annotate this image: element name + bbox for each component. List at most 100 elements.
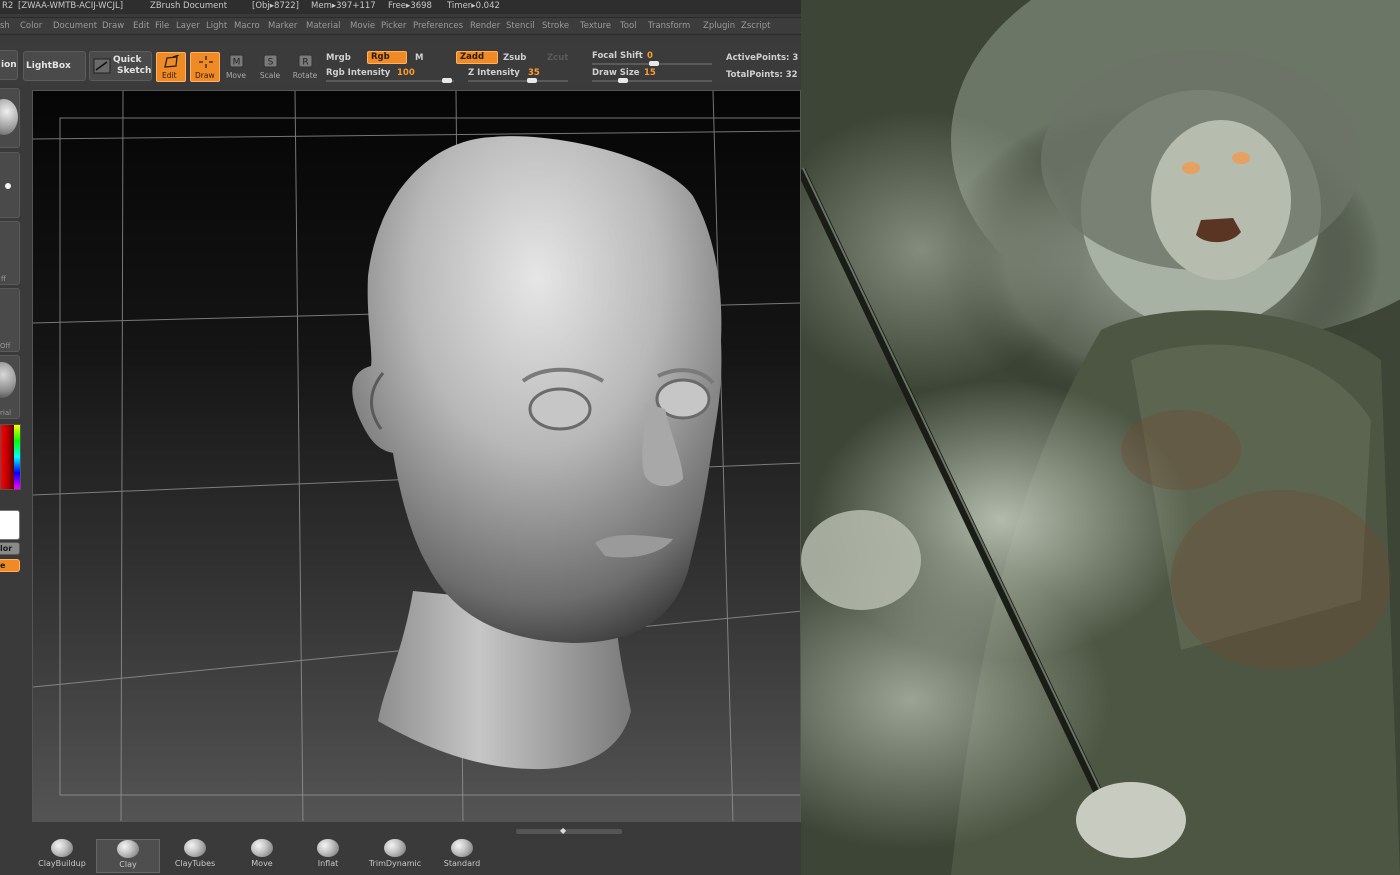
document-title: ZBrush Document [150, 1, 228, 11]
brush-label: Move [251, 859, 273, 868]
material-label: rial [0, 409, 12, 417]
scale-button[interactable]: S Scale [258, 54, 282, 80]
move-label: Move [225, 71, 247, 80]
timer-readout: Timer▸0.042 [447, 1, 500, 11]
menu-item-render[interactable]: Render [470, 18, 500, 34]
brush-label: ClayTubes [174, 859, 216, 868]
move-brush-icon [251, 839, 273, 857]
brush-label: Clay [119, 860, 137, 869]
brush-move[interactable]: Move [230, 839, 294, 873]
focal-shift-knob[interactable] [649, 61, 659, 66]
menu-item-light[interactable]: Light [206, 18, 227, 34]
brush-claytubes[interactable]: ClayTubes [163, 839, 227, 873]
menu-item-preferences[interactable]: Preferences [413, 18, 463, 34]
edit-pencil-icon [164, 55, 180, 68]
menu-item-movie[interactable]: Movie [350, 18, 375, 34]
menu-item-texture[interactable]: Texture [580, 18, 611, 34]
hue-strip[interactable] [14, 425, 20, 489]
scale-label: Scale [259, 71, 281, 80]
menu-item-edit[interactable]: Edit [133, 18, 149, 34]
gradient-toggle-button[interactable]: e [0, 559, 20, 572]
active-points-readout: ActivePoints: 3 [726, 53, 799, 63]
brush-claybuildup[interactable]: ClayBuildup [30, 839, 94, 873]
color-picker[interactable] [0, 424, 21, 490]
svg-text:M: M [233, 58, 241, 68]
menu-item-tool[interactable]: Tool [620, 18, 637, 34]
draw-size-value: 15 [644, 68, 656, 78]
menu-item-stencil[interactable]: Stencil [506, 18, 535, 34]
menu-item-color[interactable]: Color [20, 18, 42, 34]
alpha-thumbnail[interactable]: ff [0, 221, 20, 285]
draw-label: Draw [195, 71, 215, 80]
m-button[interactable]: M [415, 53, 423, 63]
move-icon: M [229, 54, 244, 68]
shelf-collapse-handle[interactable]: ◆ [516, 826, 622, 835]
draw-size-knob[interactable] [618, 78, 628, 83]
left-shelf: ff Off rial lor e [0, 88, 22, 828]
obj-readout: [Obj▸8722] [252, 1, 299, 11]
lightbox-button[interactable]: LightBox [23, 51, 86, 81]
focal-shift-value: 0 [647, 51, 653, 61]
lightbox-label: LightBox [26, 61, 71, 71]
zsub-button[interactable]: Zsub [503, 53, 526, 63]
claytubes-brush-icon [184, 839, 206, 857]
claybuildup-brush-icon [51, 839, 73, 857]
switch-color-button[interactable]: lor [0, 542, 20, 555]
clay-brush-icon [117, 840, 139, 858]
menu-item-file[interactable]: File [155, 18, 169, 34]
stroke-thumbnail[interactable] [0, 152, 20, 218]
quicksketch-button[interactable]: Quick Sketch [89, 51, 152, 81]
menu-item-zplugin[interactable]: Zplugin [703, 18, 735, 34]
rgb-label: Rgb [371, 52, 390, 62]
total-points-readout: TotalPoints: 32 [726, 70, 798, 80]
brush-inflat[interactable]: Inflat [296, 839, 360, 873]
alpha-off-label: ff [1, 275, 6, 283]
menu-item-macro[interactable]: Macro [234, 18, 260, 34]
material-thumbnail[interactable]: rial [0, 355, 20, 419]
menu-item-stroke[interactable]: Stroke [542, 18, 569, 34]
menu-item-layer[interactable]: Layer [176, 18, 200, 34]
zcut-button[interactable]: Zcut [547, 53, 568, 63]
menu-item-marker[interactable]: Marker [268, 18, 297, 34]
menu-item-alpha[interactable]: sh [0, 18, 10, 34]
projection-master-label: ion [1, 60, 17, 70]
menu-item-material[interactable]: Material [306, 18, 341, 34]
brush-label: TrimDynamic [368, 859, 422, 868]
rgb-intensity-knob[interactable] [442, 78, 452, 83]
zadd-button[interactable]: Zadd [456, 51, 498, 64]
menu-item-document[interactable]: Document [53, 18, 97, 34]
menu-item-transform[interactable]: Transform [648, 18, 690, 34]
z-intensity-slider[interactable] [468, 78, 568, 83]
inflat-brush-icon [317, 839, 339, 857]
brush-standard[interactable]: Standard [430, 839, 494, 873]
projection-master-button[interactable]: ion [0, 50, 18, 80]
brush-clay[interactable]: Clay [96, 839, 160, 873]
rgb-intensity-slider[interactable] [326, 78, 454, 83]
quicksketch-icon [93, 58, 111, 74]
brush-label: Inflat [317, 859, 339, 868]
z-intensity-value: 35 [528, 68, 540, 78]
rgb-button[interactable]: Rgb [367, 51, 407, 64]
rgb-intensity-value: 100 [397, 68, 415, 78]
brush-trimdynamic[interactable]: TrimDynamic [363, 839, 427, 873]
zadd-label: Zadd [460, 52, 485, 62]
draw-size-label: Draw Size [592, 68, 640, 78]
dot-stroke-icon [5, 183, 11, 189]
menu-item-picker[interactable]: Picker [381, 18, 406, 34]
menu-item-draw[interactable]: Draw [102, 18, 124, 34]
texture-thumbnail[interactable]: Off [0, 288, 20, 352]
edit-button[interactable]: Edit [156, 52, 186, 82]
move-button[interactable]: M Move [224, 54, 248, 80]
draw-size-slider[interactable] [592, 78, 712, 83]
svg-text:R: R [302, 58, 308, 68]
focal-shift-slider[interactable] [592, 61, 712, 66]
rotate-label: Rotate [292, 71, 318, 80]
brush-thumbnail[interactable] [0, 88, 20, 148]
canvas-viewport[interactable] [32, 90, 801, 822]
z-intensity-knob[interactable] [527, 78, 537, 83]
mrgb-button[interactable]: Mrgb [326, 53, 351, 63]
main-color-swatch[interactable] [0, 510, 20, 540]
draw-button[interactable]: Draw [190, 52, 220, 82]
menu-item-zscript[interactable]: Zscript [741, 18, 771, 34]
rotate-button[interactable]: R Rotate [291, 54, 319, 80]
